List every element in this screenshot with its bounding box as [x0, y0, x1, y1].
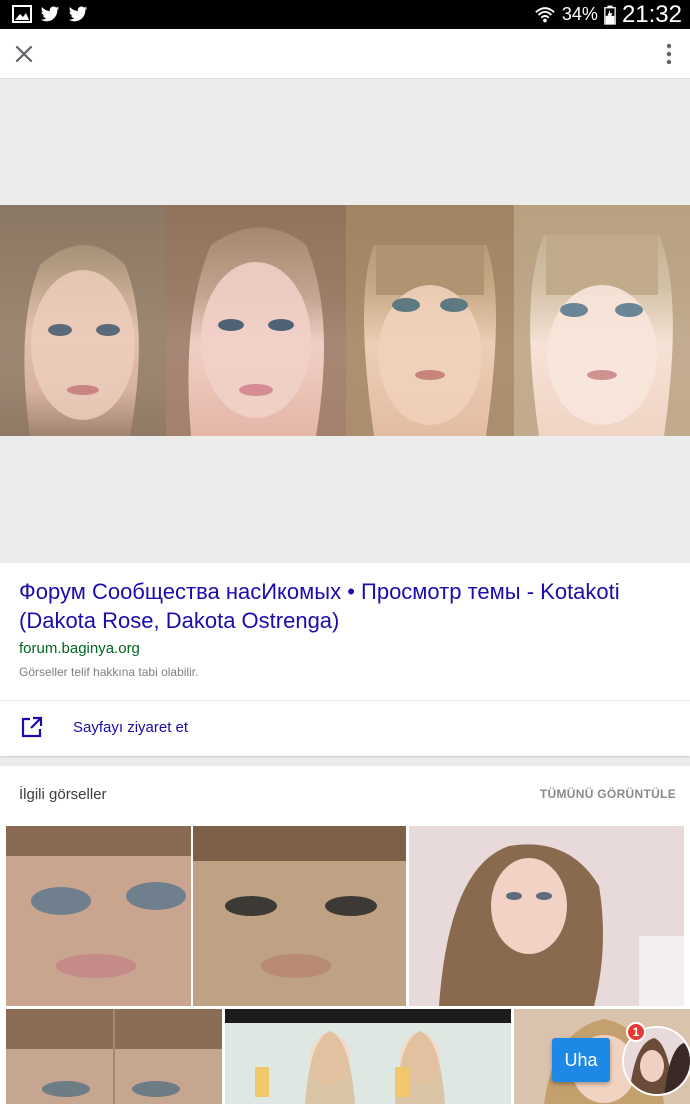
related-image[interactable] — [6, 1009, 222, 1104]
preview-image-panel — [0, 205, 166, 436]
battery-icon — [604, 5, 616, 25]
preview-image-panel — [166, 205, 346, 436]
twitter-icon — [40, 6, 60, 22]
related-image[interactable] — [409, 826, 684, 1006]
clock: 21:32 — [621, 0, 682, 28]
more-vert-icon[interactable] — [662, 40, 676, 68]
twitter-icon — [68, 6, 88, 22]
related-images-header: İlgili görseller — [19, 786, 107, 803]
copyright-note: Görseller telif hakkına tabi olabilir. — [19, 665, 199, 679]
view-all-button[interactable]: TÜMÜNÜ GÖRÜNTÜLE — [540, 787, 676, 801]
wifi-icon — [535, 6, 555, 22]
result-domain: forum.baginya.org — [19, 640, 140, 657]
battery-percent: 34% — [561, 4, 598, 24]
related-image[interactable] — [6, 826, 406, 1006]
notification-badge: 1 — [626, 1022, 646, 1042]
status-bar: 34% 21:32 — [0, 0, 690, 29]
close-icon[interactable] — [10, 40, 38, 68]
result-card: Форум Сообщества насИкомых • Просмотр те… — [0, 563, 690, 756]
preview-image-panel — [514, 205, 690, 436]
preview-image[interactable] — [0, 205, 690, 436]
chat-button[interactable]: Uha — [552, 1038, 610, 1082]
open-in-new-icon — [21, 716, 43, 738]
top-toolbar — [0, 29, 690, 79]
visit-page-button[interactable]: Sayfayı ziyaret et — [0, 701, 690, 756]
gallery-icon — [12, 5, 32, 23]
preview-image-panel — [346, 205, 514, 436]
result-title-link[interactable]: Форум Сообщества насИкомых • Просмотр те… — [19, 577, 679, 635]
visit-page-label: Sayfayı ziyaret et — [73, 719, 189, 736]
related-image[interactable] — [225, 1009, 511, 1104]
